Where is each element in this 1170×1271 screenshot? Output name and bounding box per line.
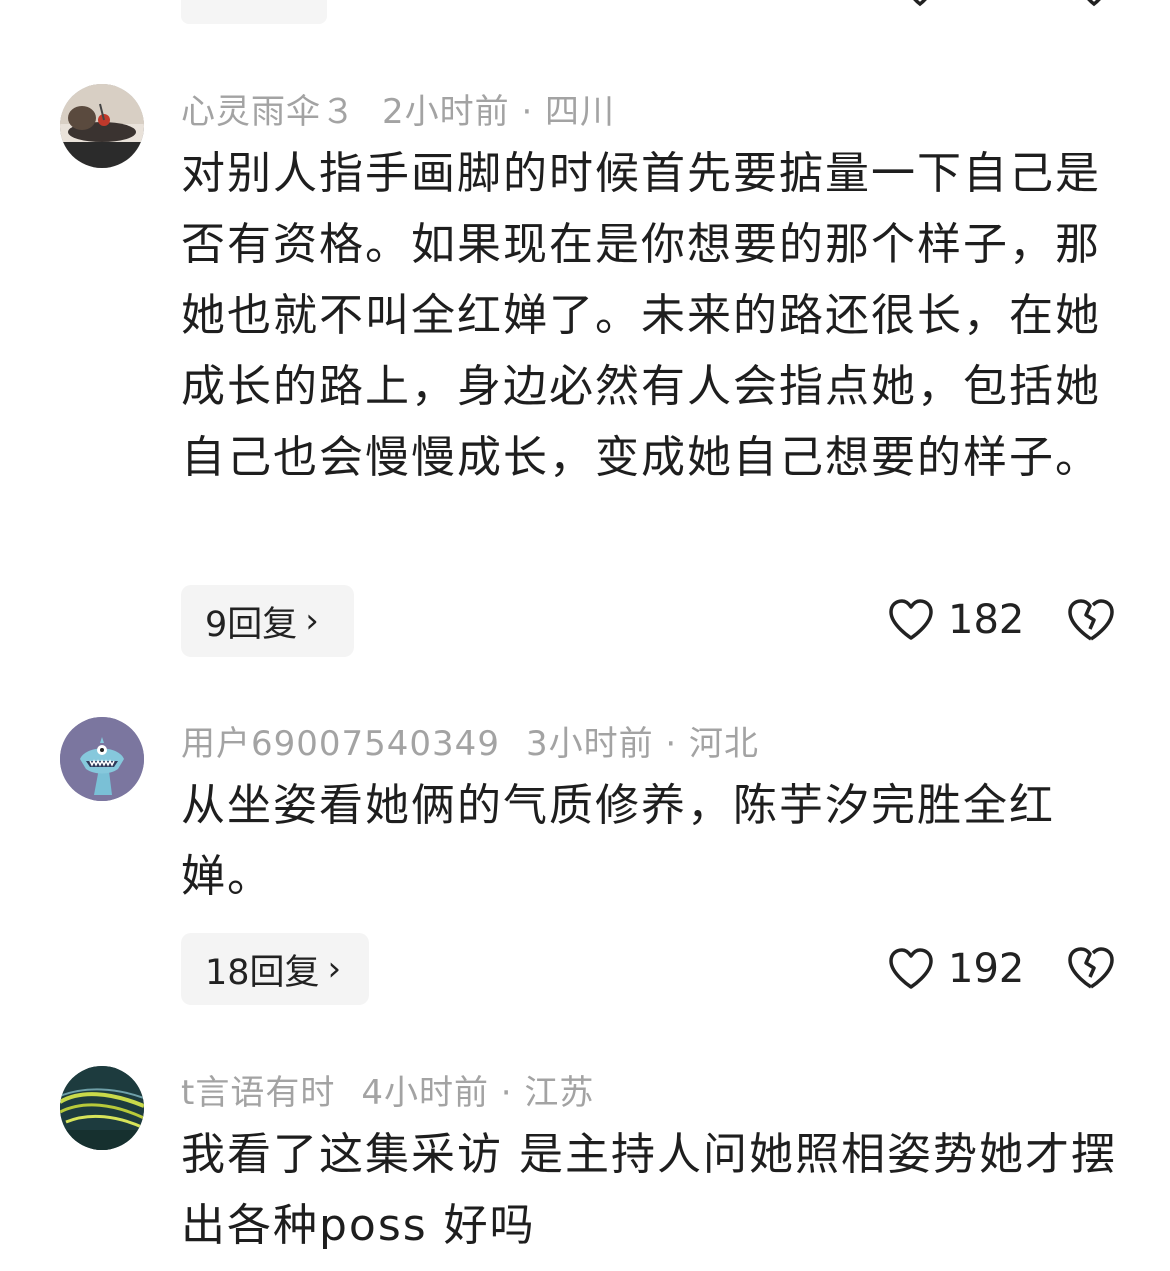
avatar[interactable] — [60, 1066, 144, 1150]
view-replies-button[interactable]: 18回复 › — [181, 933, 369, 1005]
reply-count-label: 18回复 — [205, 952, 320, 993]
like-button[interactable]: 192 — [888, 946, 1024, 992]
like-count: 192 — [948, 946, 1025, 992]
comment-time-location: 2小时前 · 四川 — [382, 92, 616, 132]
comment-text: 从坐姿看她俩的气质修养，陈芋汐完胜全红婵。 — [181, 780, 1055, 902]
broken-heart-icon — [1068, 947, 1114, 989]
heart-outline-icon — [889, 599, 933, 640]
broken-heart-icon[interactable] — [1074, 0, 1114, 10]
comment-meta: 用户69007540349 3小时前 · 河北 — [181, 716, 759, 765]
comment-username[interactable]: t言语有时 — [181, 1073, 335, 1113]
comment-meta: t言语有时 4小时前 · 江苏 — [181, 1065, 594, 1114]
broken-heart-icon — [1068, 599, 1114, 641]
chevron-right-icon: › — [327, 949, 342, 989]
dislike-button[interactable] — [1066, 598, 1116, 646]
like-button[interactable]: 182 — [888, 597, 1024, 643]
heart-outline-icon[interactable] — [900, 0, 940, 10]
previous-reply-button[interactable] — [181, 0, 327, 24]
comment-meta: 心灵雨伞３ 2小时前 · 四川 — [181, 84, 615, 133]
comment-username[interactable]: 心灵雨伞３ — [181, 92, 356, 132]
avatar[interactable] — [60, 717, 144, 801]
comment-time-location: 3小时前 · 河北 — [525, 724, 760, 764]
avatar[interactable] — [60, 84, 144, 168]
like-count: 182 — [948, 597, 1025, 643]
view-replies-button[interactable]: 9回复 › — [181, 585, 354, 657]
chevron-right-icon: › — [305, 601, 319, 641]
dislike-button[interactable] — [1066, 946, 1116, 994]
reply-count-label: 9回复 — [205, 604, 298, 645]
comment-text: 对别人指手画脚的时候首先要掂量一下自己是否有资格。如果现在是你想要的那个样子，那… — [181, 148, 1101, 483]
comment-username[interactable]: 用户69007540349 — [181, 724, 500, 764]
comment-text: 我看了这集采访 是主持人问她照相姿势她才摆出各种poss 好吗 — [181, 1129, 1117, 1251]
comment-time-location: 4小时前 · 江苏 — [361, 1073, 595, 1113]
heart-outline-icon — [889, 948, 933, 989]
